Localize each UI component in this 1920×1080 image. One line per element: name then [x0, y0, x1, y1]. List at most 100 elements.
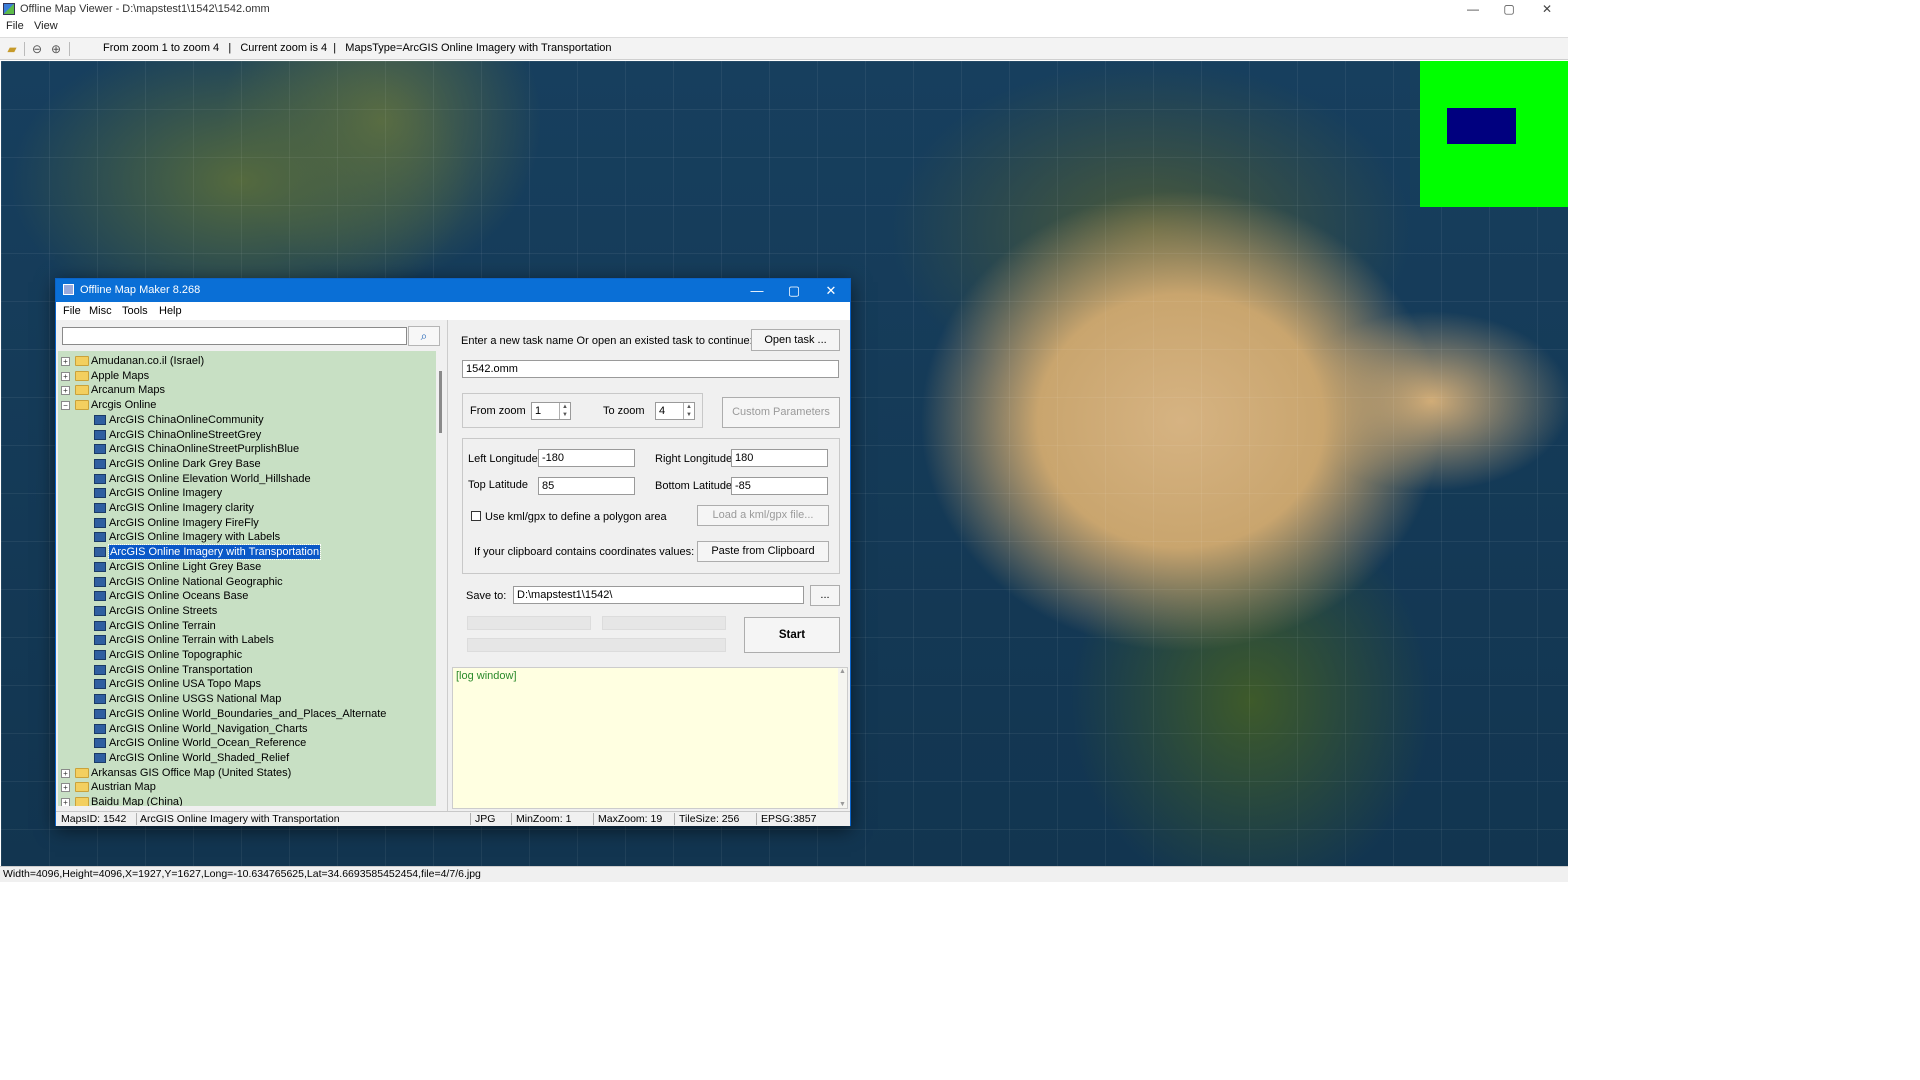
browse-button[interactable]: ...	[810, 585, 840, 606]
tree-map-item[interactable]: ArcGIS Online Imagery with Transportatio…	[58, 544, 436, 561]
load-kml-button[interactable]: Load a kml/gpx file...	[697, 505, 829, 526]
kml-polygon-checkbox[interactable]	[471, 511, 481, 521]
tree-item-label: ArcGIS Online Terrain	[109, 619, 216, 632]
tree-map-item[interactable]: ArcGIS Online World_Ocean_Reference	[58, 736, 436, 750]
right-longitude-field[interactable]: 180	[731, 449, 828, 467]
from-zoom-value: 1	[535, 405, 542, 417]
dialog-menu-help[interactable]: Help	[159, 305, 182, 317]
dialog-maximize-button[interactable]: ▢	[779, 281, 809, 301]
task-name-field[interactable]: 1542.omm	[462, 360, 839, 378]
log-scrollbar[interactable]: ▲ ▼	[838, 668, 847, 808]
tree-map-item[interactable]: ArcGIS Online National Geographic	[58, 575, 436, 589]
paste-clipboard-button[interactable]: Paste from Clipboard	[697, 541, 829, 562]
max-zoom-status: MaxZoom: 19	[598, 813, 663, 825]
tree-map-item[interactable]: ArcGIS Online Streets	[58, 604, 436, 618]
tree-folder-item[interactable]: + Apple Maps	[58, 369, 436, 383]
map-layer-icon	[94, 503, 106, 513]
map-layer-icon	[94, 620, 106, 631]
maximize-button[interactable]: ▢	[1491, 0, 1527, 19]
tree-map-item[interactable]: ArcGIS Online Elevation World_Hillshade	[58, 472, 436, 486]
start-button[interactable]: Start	[744, 617, 840, 653]
tree-map-item[interactable]: ArcGIS Online World_Shaded_Relief	[58, 751, 436, 765]
search-icon[interactable]: ⌕	[408, 326, 440, 346]
dialog-minimize-button[interactable]: —	[742, 281, 772, 301]
expand-icon[interactable]: +	[61, 371, 70, 381]
tree-map-item[interactable]: ArcGIS Online World_Navigation_Charts	[58, 722, 436, 736]
tree-map-item[interactable]: ArcGIS Online Imagery clarity	[58, 501, 436, 515]
map-search-input[interactable]	[62, 327, 407, 345]
tree-map-item[interactable]: ArcGIS Online Imagery	[58, 486, 436, 500]
expand-icon[interactable]: +	[61, 798, 70, 806]
menu-view[interactable]: View	[34, 20, 58, 32]
toolbar-separator	[24, 42, 25, 56]
overview-minimap[interactable]	[1420, 61, 1568, 207]
tree-folder-item[interactable]: + Amudanan.co.il (Israel)	[58, 354, 436, 368]
tree-scrollbar[interactable]	[437, 351, 446, 806]
folder-icon	[75, 385, 89, 396]
stepper-arrows-icon[interactable]: ▲ ▼	[559, 403, 570, 419]
tree-map-item[interactable]: ArcGIS Online Light Grey Base	[58, 560, 436, 574]
stepper-arrows-icon[interactable]: ▲ ▼	[683, 403, 694, 419]
menu-file[interactable]: File	[6, 20, 24, 32]
overview-viewport-rect[interactable]	[1447, 108, 1516, 144]
expand-icon[interactable]: +	[61, 386, 70, 396]
collapse-icon[interactable]: −	[61, 401, 70, 411]
to-zoom-stepper[interactable]: 4 ▲ ▼	[655, 402, 695, 420]
tree-map-item[interactable]: ArcGIS Online Transportation	[58, 663, 436, 677]
tree-map-item[interactable]: ArcGIS ChinaOnlineStreetPurplishBlue	[58, 442, 436, 456]
open-folder-icon[interactable]: ▰	[5, 42, 19, 56]
tree-map-item[interactable]: ArcGIS Online Imagery FireFly	[58, 516, 436, 530]
expand-icon[interactable]: +	[61, 768, 70, 778]
left-longitude-field[interactable]: -180	[538, 449, 635, 467]
tree-item-label: ArcGIS ChinaOnlineStreetGrey	[109, 428, 262, 441]
tree-map-item[interactable]: ArcGIS Online Dark Grey Base	[58, 457, 436, 471]
tree-map-item[interactable]: ArcGIS Online Topographic	[58, 648, 436, 662]
tree-folder-item[interactable]: + Austrian Map	[58, 780, 436, 794]
tree-folder-item[interactable]: + Baidu Map (China)	[58, 795, 436, 806]
tree-map-item[interactable]: ArcGIS Online World_Boundaries_and_Place…	[58, 707, 436, 721]
map-source-tree[interactable]: + Amudanan.co.il (Israel) + Apple Maps + Arca…	[58, 351, 436, 806]
zoom-out-icon[interactable]: ⊖	[30, 42, 44, 56]
save-path-field[interactable]: D:\mapstest1\1542\	[513, 586, 804, 604]
folder-icon	[75, 400, 89, 411]
dialog-close-button[interactable]: ✕	[816, 281, 846, 301]
tree-map-item[interactable]: ArcGIS Online Imagery with Labels	[58, 530, 436, 544]
viewer-statusbar: Width=4096,Height=4096,X=1927,Y=1627,Lon…	[0, 866, 1568, 882]
tree-map-item[interactable]: ArcGIS Online Terrain with Labels	[58, 633, 436, 647]
open-task-button[interactable]: Open task ...	[751, 329, 840, 351]
tree-map-item[interactable]: ArcGIS Online USGS National Map	[58, 692, 436, 706]
tile-info-text: Width=4096,Height=4096,X=1927,Y=1627,Lon…	[3, 868, 481, 880]
tree-item-label: ArcGIS Online World_Navigation_Charts	[109, 722, 308, 735]
tree-item-label: ArcGIS Online Terrain with Labels	[109, 634, 274, 647]
tree-map-item[interactable]: ArcGIS ChinaOnlineStreetGrey	[58, 428, 436, 442]
folder-icon	[75, 356, 89, 366]
from-zoom-stepper[interactable]: 1 ▲ ▼	[531, 402, 571, 420]
tree-scrollbar-thumb[interactable]	[439, 371, 442, 433]
dialog-menu-tools[interactable]: Tools	[122, 305, 148, 317]
tree-map-item[interactable]: ArcGIS ChinaOnlineCommunity	[58, 413, 436, 427]
task-panel: Enter a new task name Or open an existed…	[450, 320, 850, 811]
tree-map-item[interactable]: ArcGIS Online USA Topo Maps	[58, 677, 436, 691]
dialog-statusbar: MapsID: 1542 ArcGIS Online Imagery with …	[56, 811, 850, 826]
custom-parameters-button[interactable]: Custom Parameters	[722, 397, 840, 428]
top-latitude-field[interactable]: 85	[538, 477, 635, 495]
dialog-menu-file[interactable]: File	[63, 305, 81, 317]
minimize-button[interactable]: —	[1455, 0, 1491, 19]
tree-item-label: ArcGIS Online Imagery	[109, 487, 223, 500]
tree-folder-item[interactable]: + Arkansas GIS Office Map (United States)	[58, 766, 436, 780]
left-longitude-label: Left Longitude	[468, 453, 538, 465]
tree-map-item[interactable]: ArcGIS Online Terrain	[58, 619, 436, 633]
bottom-latitude-field[interactable]: -85	[731, 477, 828, 495]
log-window[interactable]: [log window] ▲ ▼	[452, 667, 848, 809]
close-button[interactable]: ✕	[1529, 0, 1565, 19]
from-zoom-label: From zoom	[470, 405, 526, 417]
dialog-titlebar[interactable]: Offline Map Maker 8.268 — ▢ ✕	[56, 279, 850, 302]
tree-folder-item[interactable]: − Arcgis Online	[58, 398, 436, 412]
expand-icon[interactable]: +	[61, 357, 70, 366]
tree-folder-item[interactable]: + Arcanum Maps	[58, 383, 436, 397]
dialog-menu-misc[interactable]: Misc	[89, 305, 112, 317]
map-layer-icon	[94, 458, 106, 469]
expand-icon[interactable]: +	[61, 783, 70, 793]
zoom-in-icon[interactable]: ⊕	[49, 42, 63, 56]
tree-map-item[interactable]: ArcGIS Online Oceans Base	[58, 589, 436, 603]
